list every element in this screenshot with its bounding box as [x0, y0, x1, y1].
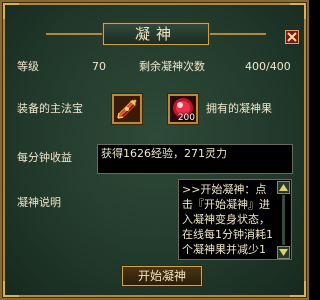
level-value: 70 [92, 60, 106, 73]
income-label: 每分钟收益 [17, 151, 72, 164]
frame-corner-ornament [3, 281, 19, 297]
remaining-count-label: 剩余凝神次数 [139, 60, 205, 73]
level-label: 等级 [17, 60, 39, 73]
scroll-track[interactable] [282, 195, 285, 245]
description-label: 凝神说明 [17, 196, 61, 209]
close-icon [287, 32, 297, 42]
scroll-up-button[interactable] [277, 181, 290, 194]
description-text: >>开始凝神：点击『开始凝神』进入凝神变身状态，在线每1分钟消耗1个凝神果并减少… [182, 183, 273, 256]
crossed-arrows-icon [114, 96, 140, 122]
close-button[interactable] [285, 30, 299, 44]
treasure-slot[interactable] [112, 94, 142, 124]
fruit-label: 拥有的凝神果 [206, 102, 272, 115]
start-ningshen-button[interactable]: 开始凝神 [122, 266, 202, 286]
treasure-label: 装备的主法宝 [17, 102, 83, 115]
fruit-count: 200 [177, 113, 195, 123]
description-scrollbar[interactable] [277, 181, 290, 259]
scroll-down-button[interactable] [277, 246, 290, 259]
title-ornament-right [210, 33, 266, 35]
income-box: 获得1626经验，271灵力 [97, 144, 293, 174]
fruit-slot[interactable]: 200 [168, 94, 198, 124]
dialog-title: 凝神 [103, 23, 209, 45]
title-ornament-left [46, 33, 102, 35]
income-value: 获得1626经验，271灵力 [101, 147, 227, 160]
frame-corner-ornament [3, 3, 19, 19]
frame-corner-ornament [290, 281, 306, 297]
frame-corner-ornament [290, 3, 306, 19]
remaining-count-value: 400/400 [245, 60, 291, 73]
arrow-up-icon [279, 184, 288, 191]
arrow-down-icon [279, 249, 288, 256]
ningshen-dialog: 凝神 等级 70 剩余凝神次数 400/400 装备的主法宝 200 拥有的凝神… [0, 0, 309, 300]
